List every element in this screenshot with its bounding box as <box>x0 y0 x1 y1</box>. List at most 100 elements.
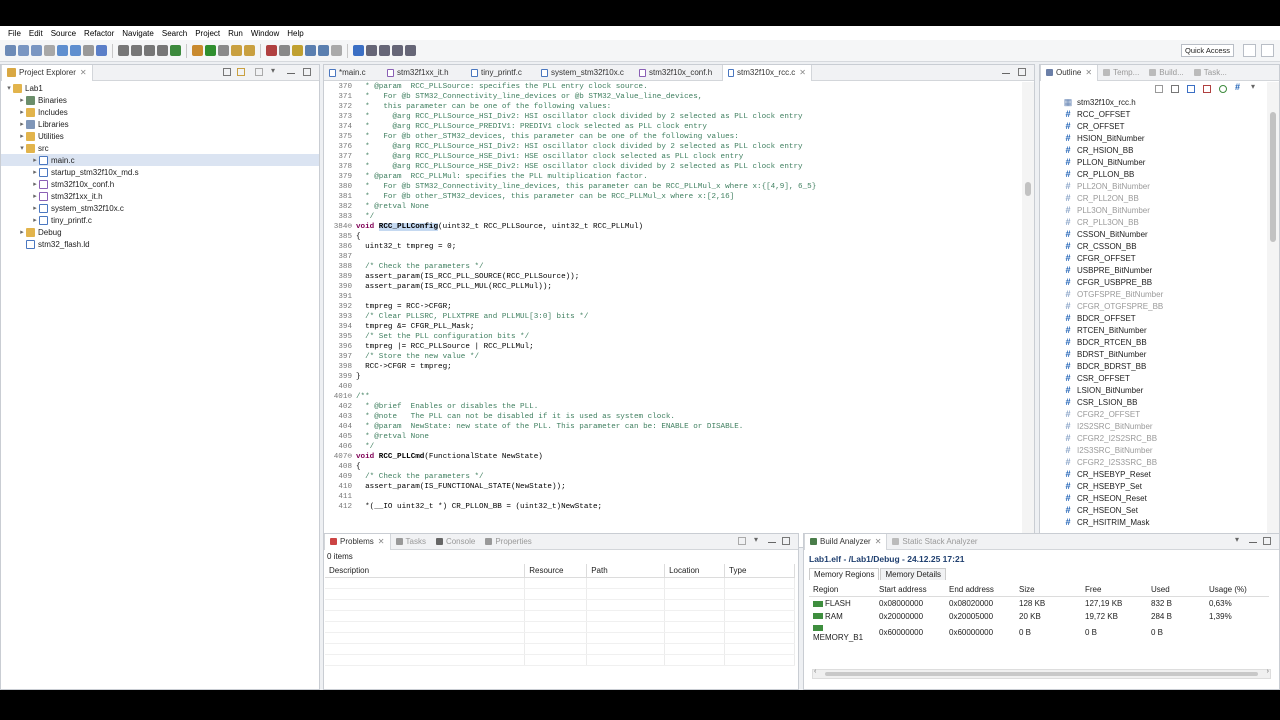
project-icon[interactable] <box>96 45 107 56</box>
outline-item[interactable]: # CR_HSION_BB <box>1062 144 1265 156</box>
outline-menu-icon[interactable]: ▾ <box>1251 82 1259 91</box>
editor-tab[interactable]: tiny_printf.c <box>466 65 536 81</box>
column-header[interactable]: Description <box>325 564 526 578</box>
forward-icon[interactable] <box>318 45 329 56</box>
info-icon[interactable] <box>353 45 364 56</box>
window-icon[interactable] <box>366 45 377 56</box>
editor-tab[interactable]: system_stm32f10x.c <box>536 65 634 81</box>
settings-icon[interactable] <box>192 45 203 56</box>
column-header[interactable]: Used <box>1147 583 1205 597</box>
outline-item[interactable]: # BDCR_BDRST_BB <box>1062 360 1265 372</box>
column-header[interactable]: Usage (%) <box>1205 583 1269 597</box>
marker-icon[interactable] <box>244 45 255 56</box>
tree-item[interactable]: ▸ Debug <box>1 226 319 238</box>
layout-icon[interactable] <box>379 45 390 56</box>
nav-icon[interactable] <box>331 45 342 56</box>
menu-item-search[interactable]: Search <box>158 29 191 38</box>
outline-item[interactable]: # CR_PLL3ON_BB <box>1062 216 1265 228</box>
column-header[interactable]: Start address <box>875 583 945 597</box>
toggle-icon[interactable] <box>279 45 290 56</box>
scroll-thumb[interactable] <box>825 672 1258 676</box>
search-icon[interactable] <box>231 45 242 56</box>
column-header[interactable]: Path <box>586 564 666 578</box>
outline-item[interactable]: # PLL2ON_BitNumber <box>1062 180 1265 192</box>
outline-item[interactable]: # CFGR2_OFFSET <box>1062 408 1265 420</box>
debug-icon[interactable] <box>170 45 181 56</box>
menu-item-source[interactable]: Source <box>47 29 80 38</box>
rebuild-icon[interactable] <box>157 45 168 56</box>
build-all-icon[interactable] <box>131 45 142 56</box>
column-header[interactable]: Free <box>1081 583 1147 597</box>
hide-macros-icon[interactable] <box>1219 85 1227 93</box>
tree-item[interactable]: ▸ Libraries <box>1 118 319 130</box>
editor-tab[interactable]: stm32f10x_rcc.c ✕ <box>722 64 812 81</box>
expand-icon[interactable]: ▸ <box>31 192 39 200</box>
tree-item[interactable]: ▸ Binaries <box>1 94 319 106</box>
outline-item[interactable]: # PLLON_BitNumber <box>1062 156 1265 168</box>
clean-icon[interactable] <box>144 45 155 56</box>
maximize-icon[interactable] <box>392 45 403 56</box>
build-tab[interactable]: Static Stack Analyzer <box>887 534 982 550</box>
outline-item[interactable]: # HSION_BitNumber <box>1062 132 1265 144</box>
expand-icon[interactable]: ▸ <box>31 156 39 164</box>
outline-item[interactable]: # CR_PLL2ON_BB <box>1062 192 1265 204</box>
outline-item[interactable]: # CSSON_BitNumber <box>1062 228 1265 240</box>
hide-static-icon[interactable] <box>1187 85 1195 93</box>
outline-item[interactable]: # BDCR_RTCEN_BB <box>1062 336 1265 348</box>
column-header[interactable]: Region <box>809 583 875 597</box>
outline-item[interactable]: # CSR_OFFSET <box>1062 372 1265 384</box>
outline-item[interactable]: # OTGFSPRE_BitNumber <box>1062 288 1265 300</box>
minimize-icon[interactable] <box>1249 542 1257 543</box>
maximize-icon[interactable] <box>1263 537 1271 545</box>
close-icon[interactable]: ✕ <box>875 537 882 546</box>
menu-item-file[interactable]: File <box>4 29 25 38</box>
tab-project-explorer[interactable]: Project Explorer ✕ <box>1 64 93 81</box>
tab-problems[interactable]: Problems ✕ <box>324 533 391 550</box>
perspective-icon[interactable] <box>1243 44 1256 57</box>
build-icon[interactable] <box>118 45 129 56</box>
outline-item[interactable]: # CR_PLLON_BB <box>1062 168 1265 180</box>
run-icon[interactable] <box>205 45 216 56</box>
expand-icon[interactable]: ▸ <box>31 168 39 176</box>
column-header[interactable]: Type <box>724 564 795 578</box>
outline-scrollbar[interactable] <box>1267 82 1279 547</box>
scroll-left-icon[interactable]: ‹ <box>814 668 816 675</box>
tree-item[interactable]: ▾ Lab1 <box>1 82 319 94</box>
editor-scrollbar[interactable] <box>1022 82 1034 547</box>
menu-item-project[interactable]: Project <box>191 29 224 38</box>
save-icon[interactable] <box>18 45 29 56</box>
outline-tab[interactable]: Task... <box>1189 65 1232 81</box>
tree-item[interactable]: ▸ tiny_printf.c <box>1 214 319 226</box>
expand-icon[interactable]: ▸ <box>18 96 26 104</box>
outline-item[interactable]: # CFGR_USBPRE_BB <box>1062 276 1265 288</box>
tree-item[interactable]: ▸ stm32f10x_conf.h <box>1 178 319 190</box>
maximize-icon[interactable] <box>303 68 311 76</box>
outline-item[interactable]: # CR_HSEBYP_Reset <box>1062 468 1265 480</box>
close-icon[interactable]: ✕ <box>80 68 87 77</box>
close-icon[interactable]: ✕ <box>1085 68 1092 77</box>
column-header[interactable]: Size <box>1015 583 1081 597</box>
tree-item[interactable]: ▸ Includes <box>1 106 319 118</box>
expand-icon[interactable]: ▸ <box>18 108 26 116</box>
tab-properties[interactable]: Properties <box>480 534 536 550</box>
filter-icon[interactable] <box>255 68 263 76</box>
outline-item[interactable]: # BDCR_OFFSET <box>1062 312 1265 324</box>
horizontal-scrollbar[interactable]: ‹ › <box>812 668 1271 679</box>
tab-tasks[interactable]: Tasks <box>391 534 431 550</box>
code-area[interactable]: 370 * @param RCC_PLLSource: specifies th… <box>324 82 1022 547</box>
column-header[interactable]: End address <box>945 583 1015 597</box>
expand-icon[interactable]: ▸ <box>31 180 39 188</box>
outline-item[interactable]: # CFGR_OFFSET <box>1062 252 1265 264</box>
editor-tab[interactable]: stm32f10x_conf.h <box>634 65 722 81</box>
outline-item[interactable]: # CR_CSSON_BB <box>1062 240 1265 252</box>
outline-item[interactable]: # CR_HSEON_Set <box>1062 504 1265 516</box>
view-menu-icon[interactable]: ▾ <box>1235 535 1243 544</box>
outline-item[interactable]: # CR_HSEBYP_Set <box>1062 480 1265 492</box>
save-all-icon[interactable] <box>31 45 42 56</box>
tree-item[interactable]: ▸ Utilities <box>1 130 319 142</box>
outline-item[interactable]: # I2S3SRC_BitNumber <box>1062 444 1265 456</box>
tree-item[interactable]: stm32_flash.ld <box>1 238 319 250</box>
maximize-icon[interactable] <box>782 537 790 545</box>
tree-item[interactable]: ▸ stm32f1xx_it.h <box>1 190 319 202</box>
properties-icon[interactable] <box>83 45 94 56</box>
